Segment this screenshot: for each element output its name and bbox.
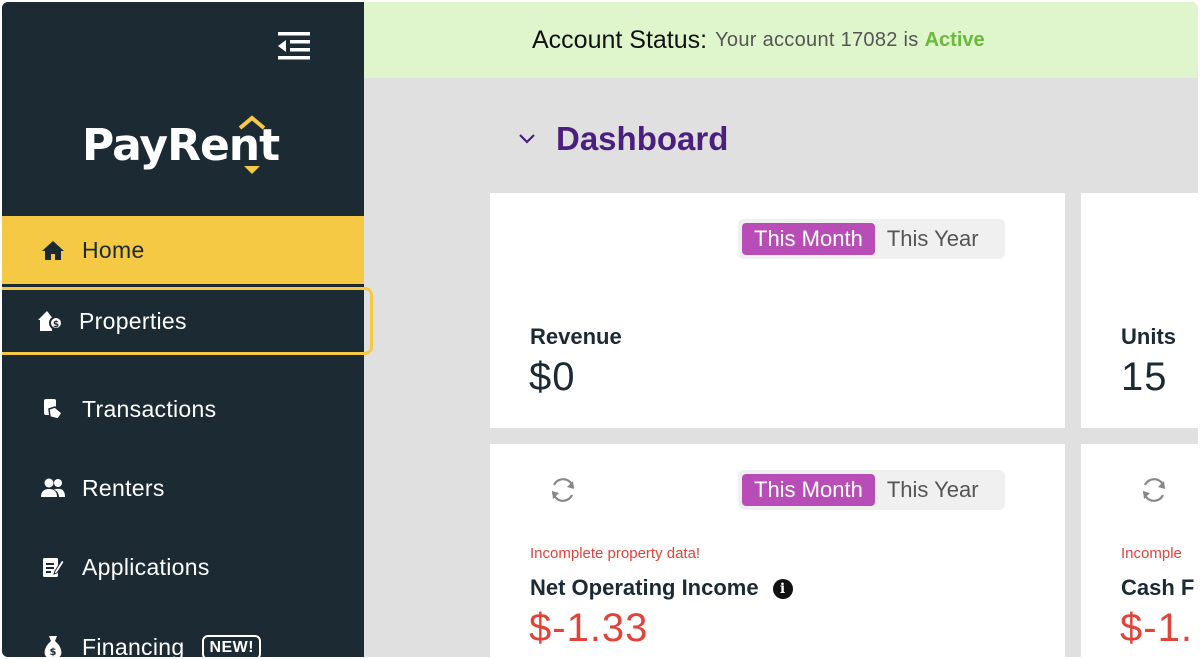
revenue-card: This Month This Year Revenue $0 [490, 193, 1065, 428]
property-icon: $ [37, 308, 63, 334]
incomplete-data-warning: Incomple [1121, 545, 1182, 562]
status-badge: Active [924, 28, 985, 51]
noi-label-text: Net Operating Income [530, 575, 759, 600]
svg-text:$: $ [53, 320, 59, 330]
noi-value: $-1.33 [529, 606, 649, 650]
sidebar-item-transactions[interactable]: Transactions [2, 375, 364, 443]
sidebar-item-label: Properties [79, 307, 187, 334]
refresh-icon[interactable] [548, 475, 578, 505]
svg-text:$: $ [50, 647, 57, 657]
sidebar-item-renters[interactable]: Renters [2, 454, 364, 522]
new-badge: NEW! [202, 634, 262, 657]
sidebar-item-label: Applications [82, 553, 210, 580]
sidebar-item-label: Renters [82, 474, 165, 501]
sidebar-item-home[interactable]: Home [2, 216, 364, 284]
sidebar: PayRent Home $ Properties Transactions R… [2, 2, 373, 657]
noi-label: Net Operating Income i [530, 575, 793, 601]
this-year-tab[interactable]: This Year [875, 474, 991, 506]
home-icon [40, 237, 66, 263]
renters-icon [40, 475, 66, 501]
cash-flow-value: $-1. [1120, 606, 1193, 650]
cash-flow-label: Cash F [1121, 575, 1195, 600]
revenue-label: Revenue [530, 324, 622, 349]
status-text: Your account 17082 is [715, 28, 919, 51]
payrent-logo[interactable]: PayRent [82, 114, 292, 184]
status-title: Account Status: [532, 25, 708, 54]
sidebar-item-label: Financing [82, 633, 185, 658]
units-value: 15 [1121, 355, 1168, 399]
this-month-tab[interactable]: This Month [742, 223, 875, 255]
sidebar-item-financing[interactable]: $ Financing NEW! [2, 613, 364, 657]
noi-card: This Month This Year Incomplete property… [490, 444, 1065, 657]
units-card: Units 15 [1081, 193, 1198, 428]
period-toggle: This Month This Year [738, 470, 1005, 510]
app-window: PayRent Home $ Properties Transactions R… [2, 2, 1198, 657]
chevron-down-icon[interactable] [516, 128, 538, 150]
period-toggle: This Month This Year [738, 219, 1005, 259]
sidebar-item-label: Transactions [82, 395, 217, 422]
logo-roof-icon [238, 115, 266, 174]
dashboard-header: Dashboard [516, 120, 728, 158]
applications-icon [40, 554, 66, 580]
units-label: Units [1121, 324, 1176, 349]
page-title: Dashboard [556, 120, 729, 157]
sidebar-item-label: Home [82, 236, 145, 263]
refresh-icon[interactable] [1139, 475, 1169, 505]
incomplete-data-warning: Incomplete property data! [530, 545, 701, 562]
this-month-tab[interactable]: This Month [742, 474, 875, 506]
this-year-tab[interactable]: This Year [875, 223, 991, 255]
collapse-sidebar-icon[interactable] [274, 29, 312, 63]
transactions-icon [40, 396, 66, 422]
cash-flow-card: Incomple Cash F $-1. [1081, 444, 1198, 657]
sidebar-item-properties[interactable]: $ Properties [2, 287, 373, 355]
info-icon[interactable]: i [772, 579, 793, 599]
sidebar-item-applications[interactable]: Applications [2, 533, 364, 601]
revenue-value: $0 [529, 355, 576, 399]
financing-icon: $ [40, 634, 66, 657]
account-status-bar: Account Status: Your account 17082 is Ac… [364, 2, 1198, 78]
